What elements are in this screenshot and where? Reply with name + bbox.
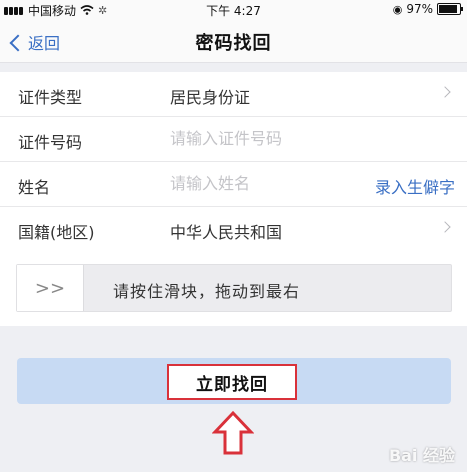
name-input[interactable] — [170, 174, 340, 193]
slider-track: >> 请按住滑块，拖动到最右 — [16, 264, 452, 312]
id-type-value: 居民身份证 — [170, 88, 251, 107]
status-bar: 中国移动 ✲ 下午 4:27 ◉ 97% — [0, 0, 467, 20]
nationality-value: 中华人民共和国 — [170, 223, 283, 242]
id-number-row: 证件号码 — [0, 117, 467, 162]
chevron-right-icon — [439, 86, 451, 98]
name-label: 姓名 — [18, 178, 51, 197]
recovery-form: 证件类型 居民身份证 证件号码 姓名 录入生僻字 国籍(地区) 中华人民共和国 — [0, 72, 467, 252]
id-type-label: 证件类型 — [18, 88, 83, 107]
nav-bar: 返回 密码找回 — [0, 20, 467, 63]
battery-icon — [437, 3, 463, 15]
id-type-row[interactable]: 证件类型 居民身份证 — [0, 72, 467, 117]
nationality-row[interactable]: 国籍(地区) 中华人民共和国 — [0, 207, 467, 252]
rare-character-link[interactable]: 录入生僻字 — [375, 174, 455, 198]
id-number-input[interactable] — [170, 129, 340, 148]
baidu-watermark: Bai 经验 — [388, 446, 455, 465]
name-row: 姓名 录入生僻字 — [0, 162, 467, 207]
chevron-right-icon — [439, 221, 451, 233]
slider-handle[interactable]: >> — [17, 265, 84, 311]
orientation-lock-icon: ◉ — [392, 2, 403, 16]
slider-instruction: 请按住滑块，拖动到最右 — [113, 282, 301, 301]
nationality-label: 国籍(地区) — [18, 223, 95, 242]
up-arrow-icon — [212, 410, 254, 455]
status-right: ◉ 97% — [392, 2, 463, 16]
submit-highlight[interactable]: 立即找回 — [167, 364, 297, 400]
submit-label: 立即找回 — [196, 374, 268, 395]
double-chevron-right-icon: >> — [34, 277, 66, 299]
battery-percent: 97% — [406, 2, 433, 16]
name-value — [170, 174, 340, 193]
page-title: 密码找回 — [195, 33, 272, 54]
id-number-label: 证件号码 — [18, 133, 83, 152]
id-number-value — [170, 129, 340, 148]
